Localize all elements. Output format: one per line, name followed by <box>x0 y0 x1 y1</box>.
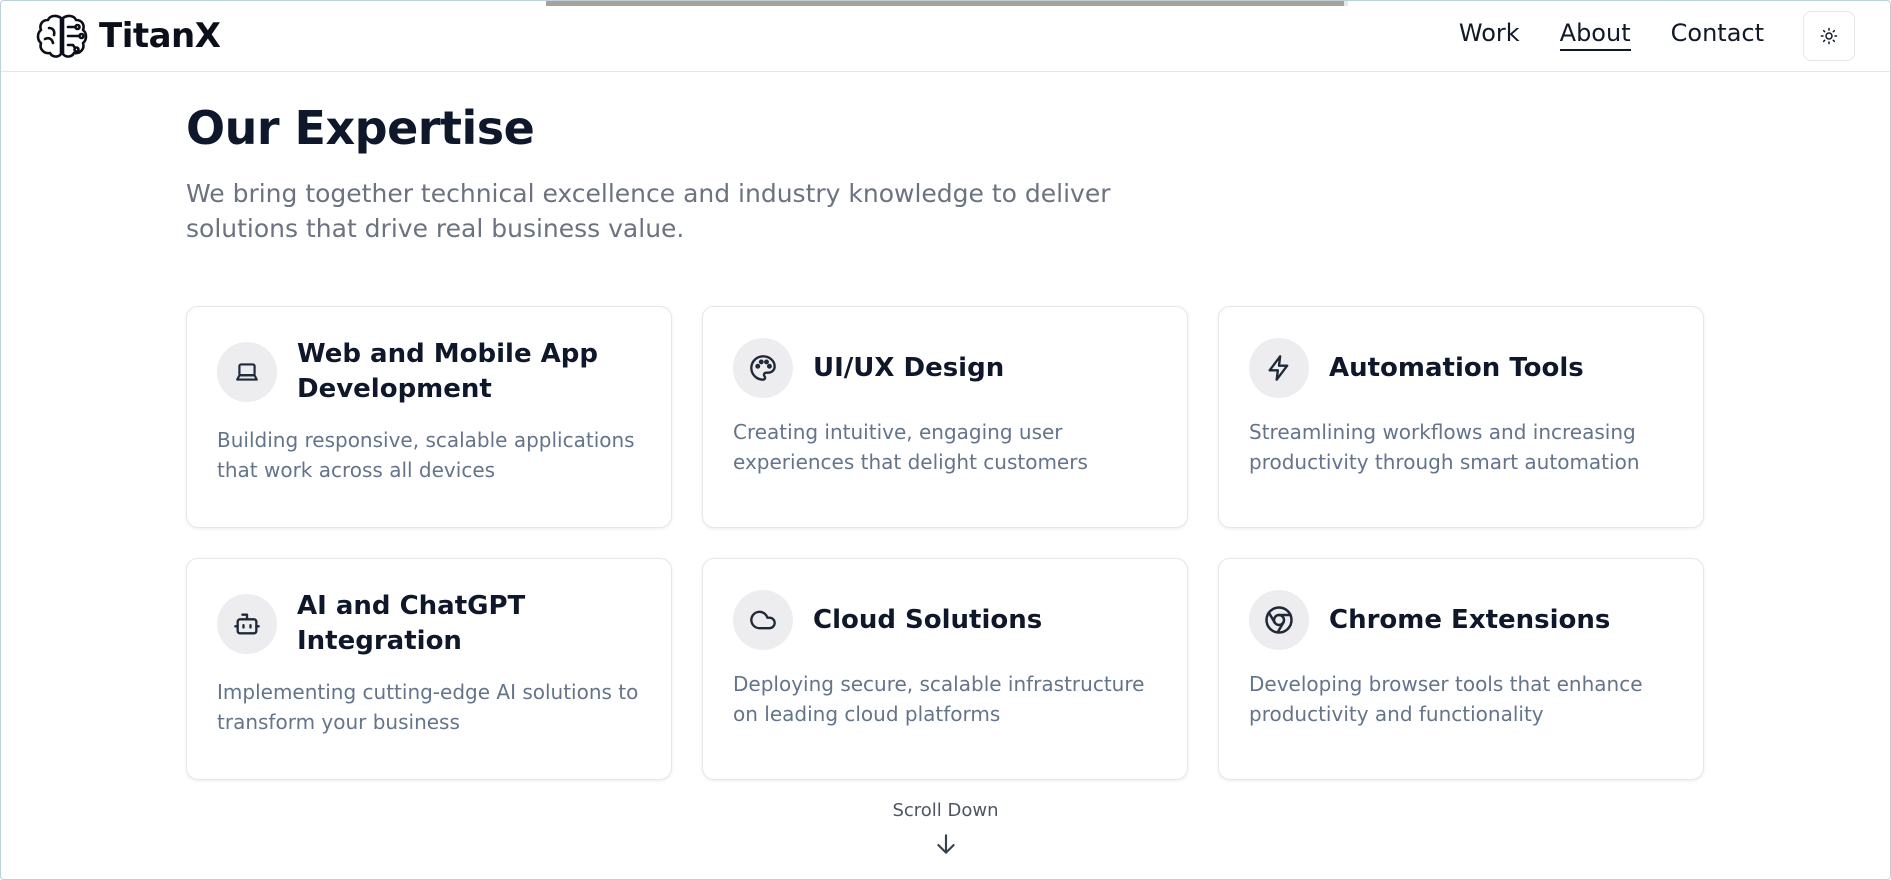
scroll-down-label: Scroll Down <box>892 800 999 821</box>
laptop-icon <box>217 342 277 402</box>
page-subtitle: We bring together technical excellence a… <box>186 179 1111 243</box>
sun-icon <box>1820 27 1838 45</box>
brain-logo-icon <box>36 14 88 58</box>
theme-toggle-button[interactable] <box>1803 11 1855 61</box>
nav-link-work[interactable]: Work <box>1459 19 1520 51</box>
card-description: Streamlining workflows and increasing pr… <box>1249 420 1640 474</box>
robot-icon <box>217 594 277 654</box>
card-title: AI and ChatGPT Integration <box>297 591 526 656</box>
page-frame: TitanX Work About Contact Our Expertise … <box>0 0 1891 880</box>
card-title: Chrome Extensions <box>1329 604 1611 635</box>
arrow-down-icon <box>936 834 955 854</box>
expertise-card: UI/UX Design Creating intuitive, engagin… <box>702 306 1188 528</box>
lightning-icon <box>1249 338 1309 398</box>
expertise-card: AI and ChatGPT Integration Implementing … <box>186 558 672 780</box>
card-description: Building responsive, scalable applicatio… <box>217 428 635 482</box>
expertise-card: Chrome Extensions Developing browser too… <box>1218 558 1704 780</box>
expertise-card: Web and Mobile App Development Building … <box>186 306 672 528</box>
brand-link[interactable]: TitanX <box>35 13 221 59</box>
card-title: Cloud Solutions <box>813 604 1043 635</box>
card-description: Developing browser tools that enhance pr… <box>1249 672 1643 726</box>
expertise-grid: Web and Mobile App Development Building … <box>186 306 1704 780</box>
scroll-down-indicator[interactable]: Scroll Down <box>1 800 1890 862</box>
expertise-card: Automation Tools Streamlining workflows … <box>1218 306 1704 528</box>
chrome-icon <box>1249 590 1309 650</box>
card-description: Creating intuitive, engaging user experi… <box>733 420 1088 474</box>
card-title: Web and Mobile App Development <box>297 339 598 404</box>
nav-link-contact[interactable]: Contact <box>1671 19 1764 51</box>
page-title: Our Expertise <box>186 101 535 155</box>
palette-icon <box>733 338 793 398</box>
brand-name: TitanX <box>99 16 221 56</box>
cloud-icon <box>733 590 793 650</box>
expertise-card: Cloud Solutions Deploying secure, scalab… <box>702 558 1188 780</box>
card-title: Automation Tools <box>1329 352 1584 383</box>
card-title: UI/UX Design <box>813 352 1005 383</box>
card-description: Deploying secure, scalable infrastructur… <box>733 672 1145 726</box>
main-nav: Work About Contact <box>1459 19 1764 51</box>
site-header: TitanX Work About Contact <box>1 1 1890 72</box>
nav-link-about[interactable]: About <box>1559 19 1631 51</box>
card-description: Implementing cutting-edge AI solutions t… <box>217 680 639 734</box>
